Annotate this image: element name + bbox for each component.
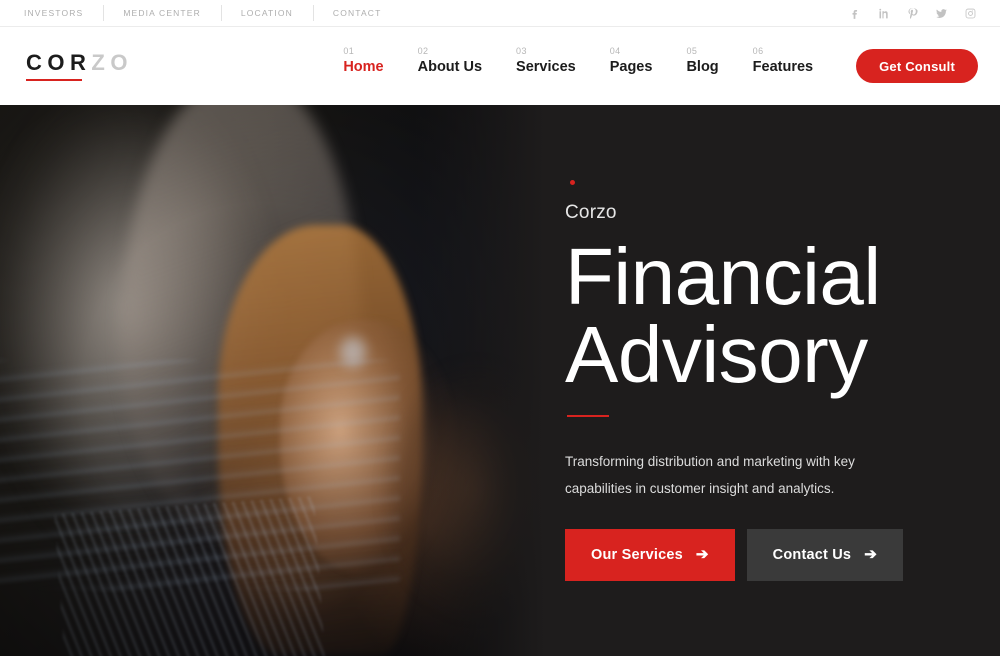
logo-text-dark: COR (26, 49, 92, 75)
our-services-button[interactable]: Our Services ➔ (565, 528, 735, 581)
hero-description: Transforming distribution and marketing … (565, 454, 855, 496)
accent-dot-icon (570, 180, 575, 185)
nav-label-home: Home (343, 58, 384, 75)
hero-title-line-1: Financial (565, 232, 881, 321)
hero-cta-group: Our Services ➔ Contact Us ➔ (565, 528, 1000, 581)
topbar-link-location[interactable]: LOCATION (220, 4, 313, 21)
facebook-icon[interactable] (847, 6, 862, 21)
topbar-link-media-center[interactable]: MEDIA CENTER (103, 4, 221, 21)
arrow-right-icon: ➔ (864, 546, 877, 564)
nav-item-pages[interactable]: 04 Pages (593, 45, 670, 76)
nav-item-blog[interactable]: 05 Blog (669, 45, 735, 76)
nav-label-pages: Pages (609, 58, 653, 75)
arrow-right-icon: ➔ (695, 546, 709, 564)
site-header: CORZO 01 Home 02 About Us 03 Services 04… (0, 27, 1000, 105)
nav-number-features: 06 (752, 45, 764, 56)
nav-number-home: 01 (343, 45, 355, 56)
our-services-label: Our Services (591, 546, 683, 563)
nav-label-services: Services (516, 58, 576, 75)
hero-section: Corzo Financial Advisory Transforming di… (0, 105, 1000, 656)
logo-text-light: ZO (91, 49, 133, 75)
get-consult-button[interactable]: Get Consult (856, 49, 978, 83)
topbar-link-contact[interactable]: CONTACT (312, 4, 402, 21)
main-navigation: 01 Home 02 About Us 03 Services 04 Pages… (326, 46, 830, 81)
page-root: INVESTORS MEDIA CENTER LOCATION CONTACT (0, 0, 1000, 656)
topbar-link-investors[interactable]: INVESTORS (24, 9, 103, 18)
photo-right-fade (416, 105, 546, 656)
nav-label-blog: Blog (686, 58, 719, 75)
linkedin-icon[interactable] (876, 6, 891, 21)
logo-underline (26, 79, 82, 81)
nav-number-about-us: 02 (417, 45, 429, 56)
hero-title-line-2: Advisory (565, 309, 868, 399)
nav-item-about-us[interactable]: 02 About Us (401, 45, 499, 76)
instagram-icon[interactable] (963, 6, 978, 21)
top-utility-bar: INVESTORS MEDIA CENTER LOCATION CONTACT (0, 0, 1000, 27)
logo[interactable]: CORZO (26, 49, 133, 81)
twitter-icon[interactable] (934, 6, 949, 21)
hero-content-panel: Corzo Financial Advisory Transforming di… (546, 105, 1000, 656)
nav-number-services: 03 (516, 45, 527, 56)
nav-item-features[interactable]: 06 Features (736, 45, 830, 76)
pinterest-icon[interactable] (905, 6, 920, 21)
contact-us-button[interactable]: Contact Us ➔ (746, 528, 903, 581)
hero-eyebrow: Corzo (565, 202, 617, 223)
nav-item-services[interactable]: 03 Services (499, 45, 593, 76)
top-utility-links: INVESTORS MEDIA CENTER LOCATION CONTACT (24, 0, 401, 26)
nav-label-features: Features (752, 58, 814, 75)
nav-item-home[interactable]: 01 Home (326, 45, 400, 76)
hero-photo (0, 105, 546, 656)
nav-label-about-us: About Us (417, 58, 483, 75)
nav-number-blog: 05 (686, 45, 698, 56)
social-links (847, 6, 978, 21)
hero-divider (567, 415, 609, 418)
hero-title: Financial Advisory (565, 237, 1000, 395)
contact-us-label: Contact Us (772, 546, 852, 563)
nav-number-pages: 04 (609, 45, 621, 56)
